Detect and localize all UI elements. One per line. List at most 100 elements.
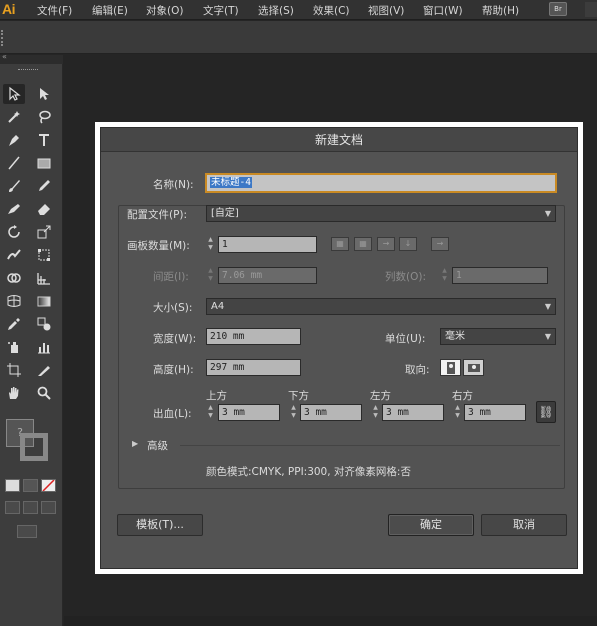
pen-tool-icon[interactable] [3,130,25,150]
free-transform-tool-icon[interactable] [33,245,55,265]
gradient-tool-icon[interactable] [33,291,55,311]
bleed-bottom-field[interactable]: 3 mm [300,404,362,421]
artboards-field[interactable]: 1 [218,236,317,253]
spacing-stepper[interactable]: ▲ ▼ [206,267,215,284]
arrange-by-column-icon[interactable]: ↓ [399,237,417,251]
spacing-field[interactable]: 7.06 mm [218,267,317,284]
draw-normal-icon[interactable] [5,501,20,514]
profile-label: 配置文件(P): [127,207,190,222]
menu-type[interactable]: 文字(T) [203,3,239,18]
mesh-tool-icon[interactable] [3,291,25,311]
gradient-mode-icon[interactable] [23,479,38,492]
screen-mode-icon[interactable] [17,525,37,538]
cancel-button[interactable]: 取消 [481,514,567,536]
advanced-label[interactable]: 高级 [147,438,168,453]
grid-by-row-icon[interactable]: ▦ [331,237,349,251]
chevron-down-icon: ▼ [544,209,551,218]
columns-field[interactable]: 1 [452,267,548,284]
profile-select[interactable]: [自定] ▼ [206,205,556,222]
perspective-grid-tool-icon[interactable] [33,268,55,288]
bleed-label: 出血(L): [153,408,192,420]
draw-inside-icon[interactable] [41,501,56,514]
workspace-switcher[interactable] [585,2,597,17]
spacing-label: 间距(I): [153,271,189,283]
columns-label: 列数(O): [385,271,426,283]
menu-help[interactable]: 帮助(H) [482,3,519,18]
eyedropper-tool-icon[interactable] [3,314,25,334]
draw-behind-icon[interactable] [23,501,38,514]
bleed-right-stepper[interactable]: ▲ ▼ [453,404,462,421]
blend-tool-icon[interactable] [33,314,55,334]
direct-selection-tool-icon[interactable] [33,84,55,104]
none-mode-icon[interactable] [41,479,56,492]
bleed-left-stepper[interactable]: ▲ ▼ [371,404,380,421]
change-to-rtl-icon[interactable]: → [431,237,449,251]
ok-button[interactable]: 确定 [388,514,474,536]
templates-button[interactable]: 模板(T)... [117,514,203,536]
rotate-tool-icon[interactable] [3,222,25,242]
artboard-tool-icon[interactable] [3,360,25,380]
grid-by-column-icon[interactable]: ▦ [354,237,372,251]
paintbrush-tool-icon[interactable] [3,176,25,196]
units-select-value: 毫米 [445,331,465,342]
pencil-tool-icon[interactable] [33,176,55,196]
tools-panel-header[interactable]: « [0,52,63,64]
menu-window[interactable]: 窗口(W) [423,3,463,18]
slice-tool-icon[interactable] [33,360,55,380]
name-field[interactable]: 未标题-4 [206,174,556,192]
type-tool-icon[interactable] [33,130,55,150]
menu-effect[interactable]: 效果(C) [313,3,350,18]
link-bleed-icon[interactable]: ⛓ [536,401,556,423]
chevron-down-icon: ▼ [544,332,551,341]
stroke-swatch[interactable] [20,433,48,461]
menu-object[interactable]: 对象(O) [146,3,183,18]
width-field[interactable]: 210 mm [206,328,301,345]
arrange-by-row-icon[interactable]: → [377,237,395,251]
fill-stroke-swatches[interactable]: ? [6,419,52,465]
artboards-stepper[interactable]: ▲ ▼ [206,236,215,253]
line-segment-tool-icon[interactable] [3,153,25,173]
bleed-bottom-label: 下方 [288,390,309,402]
eraser-tool-icon[interactable] [33,199,55,219]
scale-tool-icon[interactable] [33,222,55,242]
control-bar-grip[interactable] [1,30,3,46]
width-label: 宽度(W): [153,333,197,345]
advanced-expand-icon[interactable]: ▶ [132,439,138,448]
column-graph-tool-icon[interactable] [33,337,55,357]
magic-wand-tool-icon[interactable] [3,107,25,127]
menu-edit[interactable]: 编辑(E) [92,3,128,18]
size-select[interactable]: A4 ▼ [206,298,556,315]
columns-stepper[interactable]: ▲ ▼ [440,267,449,284]
height-label: 高度(H): [153,364,194,376]
landscape-orientation-button[interactable] [463,359,484,376]
tools-panel-grip[interactable] [18,69,38,72]
menu-select[interactable]: 选择(S) [258,3,294,18]
rectangle-tool-icon[interactable] [33,153,55,173]
shape-builder-tool-icon[interactable] [3,268,25,288]
lasso-tool-icon[interactable] [33,107,55,127]
selection-tool-icon[interactable] [3,84,25,104]
menu-bar: Ai 文件(F) 编辑(E) 对象(O) 文字(T) 选择(S) 效果(C) 视… [0,0,597,20]
color-mode-info: 颜色模式:CMYK, PPI:300, 对齐像素网格:否 [206,466,411,478]
menu-view[interactable]: 视图(V) [368,3,404,18]
height-field[interactable]: 297 mm [206,359,301,376]
warp-tool-icon[interactable] [3,245,25,265]
size-label: 大小(S): [153,302,193,314]
status-strip [64,616,597,626]
units-select[interactable]: 毫米 ▼ [440,328,556,345]
bleed-right-field[interactable]: 3 mm [464,404,526,421]
portrait-orientation-button[interactable] [440,359,461,376]
blob-brush-tool-icon[interactable] [3,199,25,219]
menu-file[interactable]: 文件(F) [37,3,72,18]
color-mode-icon[interactable] [5,479,20,492]
bleed-bottom-stepper[interactable]: ▲ ▼ [289,404,298,421]
bleed-top-stepper[interactable]: ▲ ▼ [206,404,215,421]
bleed-right-label: 右方 [452,390,473,402]
bleed-top-field[interactable]: 3 mm [218,404,280,421]
zoom-tool-icon[interactable] [33,383,55,403]
symbol-sprayer-tool-icon[interactable] [3,337,25,357]
bridge-button[interactable]: Br [549,2,567,16]
hand-tool-icon[interactable] [3,383,25,403]
bleed-left-field[interactable]: 3 mm [382,404,444,421]
collapse-icon[interactable]: « [2,52,7,61]
